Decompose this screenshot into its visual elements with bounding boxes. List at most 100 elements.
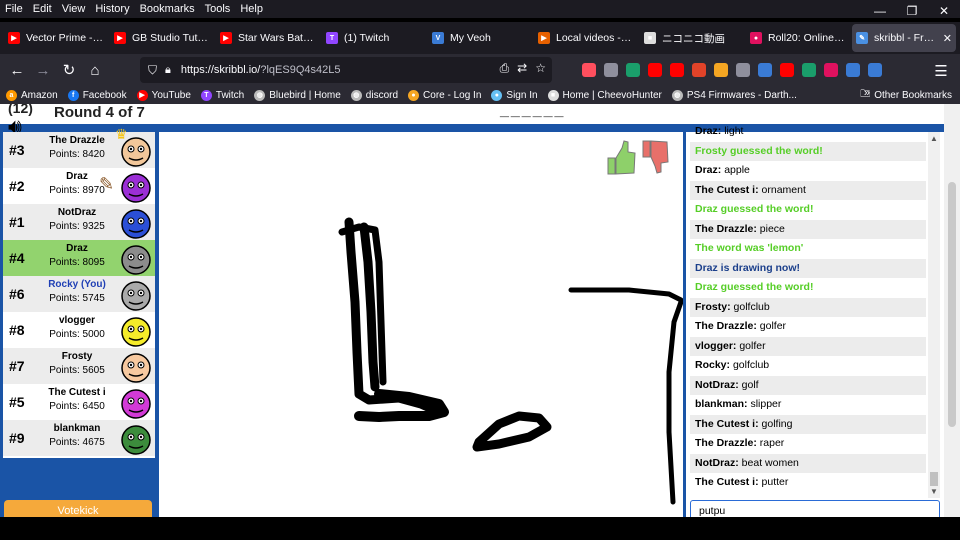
stroke-boot-shaft-2: [359, 222, 380, 392]
url-text[interactable]: https://skribbl.io/?lqES9Q4s42L5: [181, 64, 341, 76]
thumbs-down-icon[interactable]: [642, 140, 669, 174]
menu-help[interactable]: Help: [235, 3, 268, 15]
page-scroll-thumb[interactable]: [948, 182, 956, 427]
menu-history[interactable]: History: [90, 3, 134, 15]
steam-icon: ●: [491, 89, 503, 101]
chat-text: piece: [759, 222, 785, 235]
chat-input[interactable]: [690, 500, 940, 517]
bookmark-item[interactable]: ◍ Bluebird | Home: [254, 89, 341, 101]
menu-bookmarks[interactable]: Bookmarks: [135, 3, 200, 15]
forward-button[interactable]: →: [30, 62, 56, 79]
bookmark-item[interactable]: T Twitch: [200, 89, 244, 101]
tab-title: ニコニコ動画: [662, 32, 725, 45]
page-icon: ■: [547, 89, 559, 101]
bookmark-item[interactable]: ● Core - Log In: [408, 89, 482, 101]
player-avatar: [121, 173, 151, 203]
youtube-icon: ▶: [136, 89, 148, 101]
close-tab-icon[interactable]: ✕: [943, 32, 952, 45]
browser-tab[interactable]: ✎ skribbl - Free M ✕: [852, 24, 956, 52]
bookmark-label: Sign In: [506, 89, 538, 101]
votekick-button[interactable]: Votekick: [4, 500, 152, 517]
browser-tab[interactable]: V My Veoh: [428, 24, 532, 52]
skribbl-icon: ✎: [856, 32, 868, 44]
extension-icon[interactable]: [846, 63, 860, 77]
menu-view[interactable]: View: [57, 3, 91, 15]
other-bookmarks[interactable]: 🗀 Other Bookmarks: [860, 86, 952, 104]
chat-author: The Cutest i:: [695, 417, 759, 430]
browser-tab[interactable]: T (1) Twitch: [322, 24, 426, 52]
extension-icon[interactable]: [582, 63, 596, 77]
extension-icon[interactable]: [648, 63, 662, 77]
player-row[interactable]: #3 The Drazzle Points: 8420 ♛: [3, 126, 155, 168]
page-scrollbar[interactable]: [944, 104, 960, 517]
player-row[interactable]: #2 Draz Points: 8970 ✎: [3, 168, 155, 204]
close-window-button[interactable]: ✕: [928, 0, 960, 22]
chat-text: golfer: [759, 320, 787, 332]
minimize-button[interactable]: —: [864, 0, 896, 22]
chat-author: Draz:: [695, 125, 722, 137]
bookmark-item[interactable]: ◍ PS4 Firmwares - Darth...: [671, 89, 797, 101]
bookmark-star-icon[interactable]: ☆: [535, 61, 546, 76]
bookmark-label: Core - Log In: [423, 89, 482, 101]
bookmark-item[interactable]: ● Sign In: [491, 89, 538, 101]
player-row[interactable]: #1 NotDraz Points: 9325: [3, 204, 155, 240]
player-name: Draz: [66, 243, 88, 254]
reader-view-icon[interactable]: ⎙: [500, 61, 510, 76]
player-row[interactable]: #6 Rocky (You) Points: 5745: [3, 276, 155, 312]
extension-icon[interactable]: [736, 63, 750, 77]
extension-icon[interactable]: [692, 63, 706, 77]
extension-icon[interactable]: [626, 63, 640, 77]
chat-scroll-up-icon[interactable]: ▲: [930, 134, 938, 143]
thumbs-up-icon[interactable]: [607, 140, 636, 175]
browser-tab[interactable]: ▶ GB Studio Tutorial: [110, 24, 214, 52]
chat-scroll-thumb[interactable]: [930, 472, 938, 486]
player-row[interactable]: #7 Frosty Points: 5605: [3, 348, 155, 384]
bookmark-item[interactable]: a Amazon: [6, 89, 58, 101]
player-points: Points: 5745: [49, 293, 105, 304]
chat-scroll-down-icon[interactable]: ▼: [930, 487, 938, 496]
maximize-button[interactable]: ❐: [896, 0, 928, 22]
player-row[interactable]: #4 Draz Points: 8095: [3, 240, 155, 276]
chat-message: Draz guessed the word!: [695, 203, 814, 215]
menu-hamburger-icon[interactable]: ☰: [928, 62, 954, 80]
bookmark-item[interactable]: ▶ YouTube: [136, 89, 191, 101]
browser-tab[interactable]: ▶ Vector Prime - Pa: [4, 24, 108, 52]
menu-edit[interactable]: Edit: [28, 3, 57, 15]
browser-tab[interactable]: ▶ Star Wars Battlefro: [216, 24, 320, 52]
browser-tab[interactable]: ■ ニコニコ動画: [640, 24, 744, 52]
extension-icon[interactable]: [780, 63, 794, 77]
browser-tab[interactable]: ▶ Local videos - Ha: [534, 24, 638, 52]
back-button[interactable]: ←: [4, 62, 30, 79]
chat-message: The Drazzle: piece: [690, 219, 926, 239]
bookmark-item[interactable]: ◍ discord: [350, 89, 398, 101]
browser-tab[interactable]: ● Roll20: Online virt: [746, 24, 850, 52]
extension-icon[interactable]: [802, 63, 816, 77]
extension-icon[interactable]: [670, 63, 684, 77]
player-row[interactable]: #9 blankman Points: 4675: [3, 420, 155, 456]
chat-messages: Draz: light Frosty guessed the word! Draz:…: [690, 122, 926, 498]
menu-tools[interactable]: Tools: [200, 3, 236, 15]
translate-icon[interactable]: ⇄: [517, 61, 527, 76]
menu-file[interactable]: File: [0, 3, 28, 15]
reload-button[interactable]: ↻: [56, 61, 82, 79]
chat-author: The Drazzle:: [695, 320, 757, 332]
lock-icon[interactable]: 🔒︎: [165, 64, 171, 77]
extension-icon[interactable]: [714, 63, 728, 77]
bookmark-item[interactable]: f Facebook: [67, 89, 127, 101]
bookmark-item[interactable]: ■ Home | CheevoHunter: [547, 89, 662, 101]
url-bar[interactable]: ⛉ 🔒︎ https://skribbl.io/?lqES9Q4s42L5 ⎙ …: [140, 57, 552, 83]
stroke-hook-down: [666, 299, 683, 505]
extension-icon[interactable]: [604, 63, 618, 77]
player-avatar: [121, 281, 151, 311]
extension-icon[interactable]: [868, 63, 882, 77]
player-list: #3 The Drazzle Points: 8420 ♛ #2 Draz Points: …: [3, 126, 155, 458]
player-row[interactable]: #8 vlogger Points: 5000: [3, 312, 155, 348]
home-button[interactable]: ⌂: [82, 62, 108, 79]
drawing-canvas[interactable]: [159, 132, 683, 517]
chat-scrollbar[interactable]: ▲ ▼: [928, 132, 940, 498]
player-row[interactable]: #5 The Cutest i Points: 6450: [3, 384, 155, 420]
shield-icon[interactable]: ⛉: [148, 63, 157, 78]
extension-icon[interactable]: [824, 63, 838, 77]
player-points: Points: 5000: [49, 329, 105, 340]
extension-icon[interactable]: [758, 63, 772, 77]
